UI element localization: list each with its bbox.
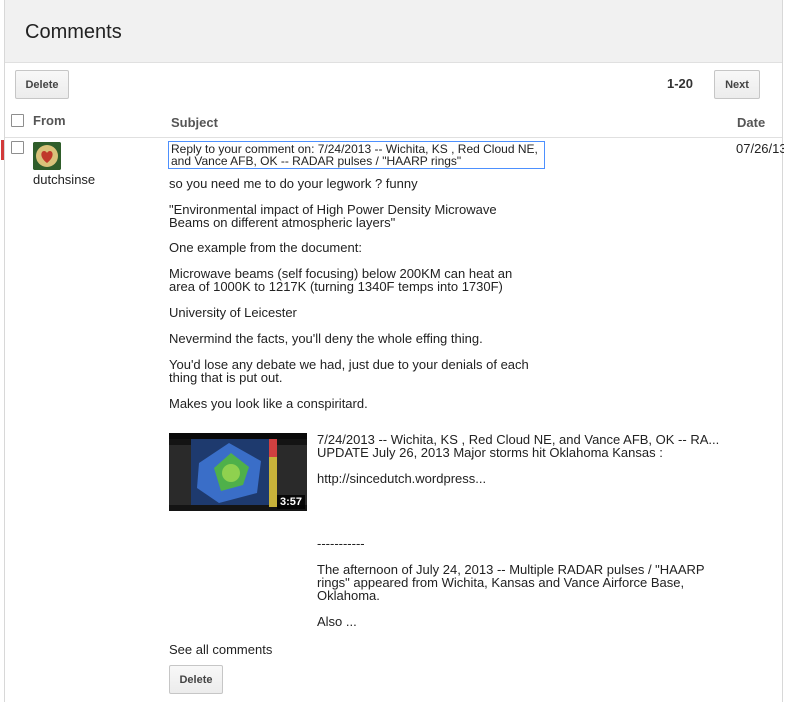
page-header: Comments bbox=[5, 0, 782, 63]
comment-paragraph: Microwave beams (self focusing) below 20… bbox=[169, 267, 549, 293]
paragraph-line: One example from the document: bbox=[169, 240, 362, 255]
row-delete-button[interactable]: Delete bbox=[169, 665, 223, 694]
comment-paragraph: so you need me to do your legwork ? funn… bbox=[169, 177, 549, 190]
comment-paragraph: Makes you look like a conspiritard. bbox=[169, 397, 549, 410]
paragraph-line: thing that is put out. bbox=[169, 370, 283, 385]
avatar[interactable] bbox=[33, 142, 61, 170]
paragraph-line: Makes you look like a conspiritard. bbox=[169, 396, 368, 411]
column-header: From Subject Date bbox=[5, 106, 782, 138]
description-line: Oklahoma. bbox=[317, 588, 380, 603]
video-duration: 3:57 bbox=[276, 495, 305, 509]
see-all-comments-link[interactable]: See all comments bbox=[169, 642, 272, 657]
unread-marker bbox=[1, 140, 4, 160]
next-button[interactable]: Next bbox=[714, 70, 760, 99]
comment-author[interactable]: dutchsinse bbox=[33, 172, 95, 187]
comment-subject-link[interactable]: Reply to your comment on: 7/24/2013 -- W… bbox=[168, 141, 545, 169]
paragraph-line: so you need me to do your legwork ? funn… bbox=[169, 176, 418, 191]
video-separator: ----------- bbox=[317, 536, 365, 551]
column-subject[interactable]: Subject bbox=[171, 115, 218, 130]
page-title: Comments bbox=[25, 21, 122, 43]
comment-paragraph: You'd lose any debate we had, just due t… bbox=[169, 358, 549, 384]
pager-range: 1-20 bbox=[667, 76, 694, 91]
video-also: Also ... bbox=[317, 614, 357, 629]
paragraph-line: area of 1000K to 1217K (turning 1340F te… bbox=[169, 279, 503, 294]
video-update-line: UPDATE July 26, 2013 Major storms hit Ok… bbox=[317, 445, 663, 460]
paragraph-line: Nevermind the facts, you'll deny the who… bbox=[169, 331, 483, 346]
video-thumbnail[interactable]: 3:57 bbox=[169, 433, 307, 511]
row-checkbox[interactable] bbox=[11, 141, 24, 154]
avatar-icon bbox=[33, 142, 61, 170]
paragraph-line: University of Leicester bbox=[169, 305, 297, 320]
comment-paragraph: University of Leicester bbox=[169, 306, 549, 319]
column-date[interactable]: Date bbox=[737, 115, 765, 130]
subject-line-2: and Vance AFB, OK -- RADAR pulses / "HAA… bbox=[171, 154, 462, 168]
comments-panel: Comments Delete 1-20 Next From Subject D… bbox=[1, 0, 784, 702]
select-all-checkbox[interactable] bbox=[11, 114, 24, 127]
video-description: The afternoon of July 24, 2013 -- Multip… bbox=[317, 563, 727, 602]
delete-button[interactable]: Delete bbox=[15, 70, 69, 99]
comment-date: 07/26/13 bbox=[736, 141, 784, 156]
column-from[interactable]: From bbox=[33, 113, 66, 128]
comment-paragraph: "Environmental impact of High Power Dens… bbox=[169, 203, 549, 229]
comment-paragraph: Nevermind the facts, you'll deny the who… bbox=[169, 332, 549, 345]
comment-paragraph: One example from the document: bbox=[169, 241, 549, 254]
video-link[interactable]: http://sincedutch.wordpress... bbox=[317, 472, 727, 485]
paragraph-line: Beams on different atmospheric layers" bbox=[169, 215, 396, 230]
